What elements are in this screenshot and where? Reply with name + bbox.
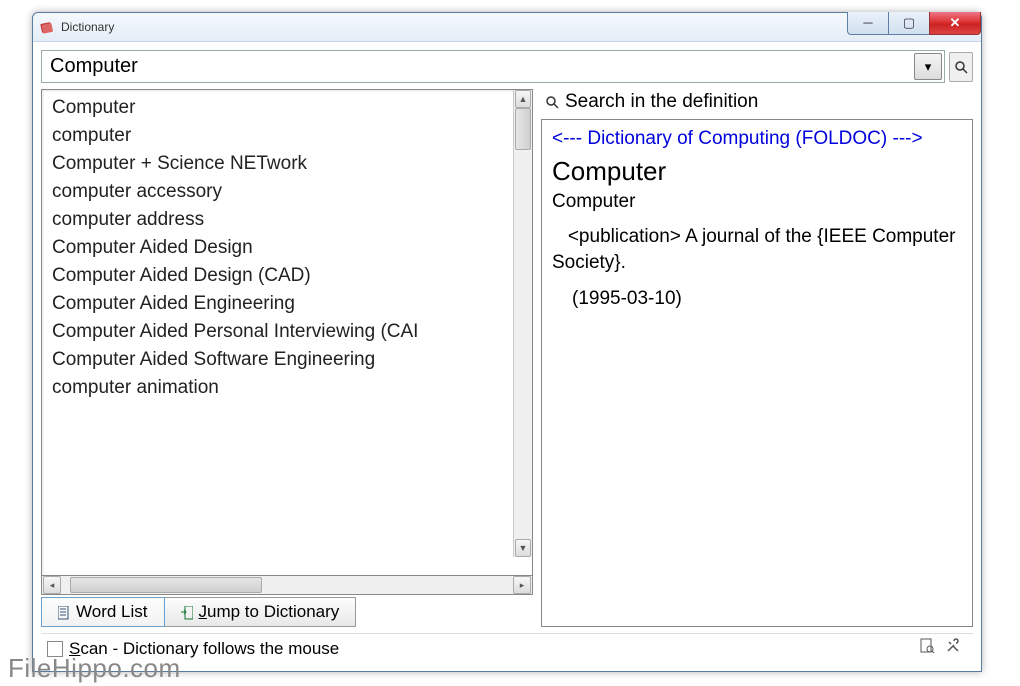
page-icon[interactable] <box>919 638 935 659</box>
tab-word-list[interactable]: Word List <box>41 597 165 627</box>
list-item[interactable]: Computer Aided Engineering <box>42 290 514 318</box>
scrollbar-thumb[interactable] <box>515 108 531 150</box>
scroll-down-button[interactable]: ▼ <box>515 539 531 557</box>
list-item[interactable]: computer address <box>42 206 514 234</box>
window-title: Dictionary <box>61 20 114 34</box>
list-item[interactable]: computer animation <box>42 374 514 402</box>
tools-icon[interactable] <box>945 638 961 659</box>
scroll-right-button[interactable]: ▸ <box>513 576 531 594</box>
minimize-button[interactable]: ─ <box>847 12 889 35</box>
list-item[interactable]: Computer Aided Design (CAD) <box>42 262 514 290</box>
tab-jump-to-dictionary[interactable]: Jump to Dictionary <box>164 597 357 627</box>
watermark: FileHippo.com <box>8 653 181 684</box>
tab-label: Jump to Dictionary <box>199 602 340 622</box>
jump-icon <box>181 605 193 619</box>
horizontal-scrollbar[interactable]: ◂ ▸ <box>41 576 533 595</box>
list-item[interactable]: computer <box>42 122 514 150</box>
definition-panel: <--- Dictionary of Computing (FOLDOC) --… <box>541 119 973 627</box>
list-item[interactable]: Computer Aided Software Engineering <box>42 346 514 374</box>
scroll-left-button[interactable]: ◂ <box>43 576 61 594</box>
dictionary-window: Dictionary ─ ▢ ✕ ▾ ComputercomputerCompu… <box>32 12 982 672</box>
definition-headword: Computer <box>552 154 962 189</box>
search-dropdown-button[interactable]: ▾ <box>914 53 942 80</box>
list-item[interactable]: Computer + Science NETwork <box>42 150 514 178</box>
search-icon <box>954 60 968 74</box>
maximize-button[interactable]: ▢ <box>888 12 930 35</box>
definition-date: (1995-03-10) <box>572 286 962 312</box>
list-icon <box>58 605 70 619</box>
search-definition-label: Search in the definition <box>565 91 758 113</box>
titlebar[interactable]: Dictionary ─ ▢ ✕ <box>33 13 981 42</box>
definition-source: <--- Dictionary of Computing (FOLDOC) --… <box>552 126 962 152</box>
list-item[interactable]: Computer Aided Personal Interviewing (CA… <box>42 318 514 346</box>
definition-body: <publication> A journal of the {IEEE Com… <box>552 224 962 275</box>
scroll-up-button[interactable]: ▲ <box>515 90 531 108</box>
hscrollbar-thumb[interactable] <box>70 577 262 593</box>
status-bar: Scan - Dictionary follows the mouse <box>41 633 973 663</box>
vertical-scrollbar[interactable]: ▲ ▼ <box>513 90 532 557</box>
tab-label: Word List <box>76 602 148 622</box>
chevron-down-icon: ▾ <box>925 59 932 75</box>
close-button[interactable]: ✕ <box>929 12 981 35</box>
search-icon <box>545 95 559 109</box>
search-input[interactable] <box>42 51 912 82</box>
definition-subword: Computer <box>552 189 962 215</box>
list-item[interactable]: Computer <box>42 94 514 122</box>
search-in-definition[interactable]: Search in the definition <box>541 89 973 115</box>
list-item[interactable]: computer accessory <box>42 178 514 206</box>
list-item[interactable]: Computer Aided Design <box>42 234 514 262</box>
word-list[interactable]: ComputercomputerComputer + Science NETwo… <box>41 89 533 576</box>
app-icon <box>39 19 55 35</box>
search-button[interactable] <box>949 52 973 82</box>
